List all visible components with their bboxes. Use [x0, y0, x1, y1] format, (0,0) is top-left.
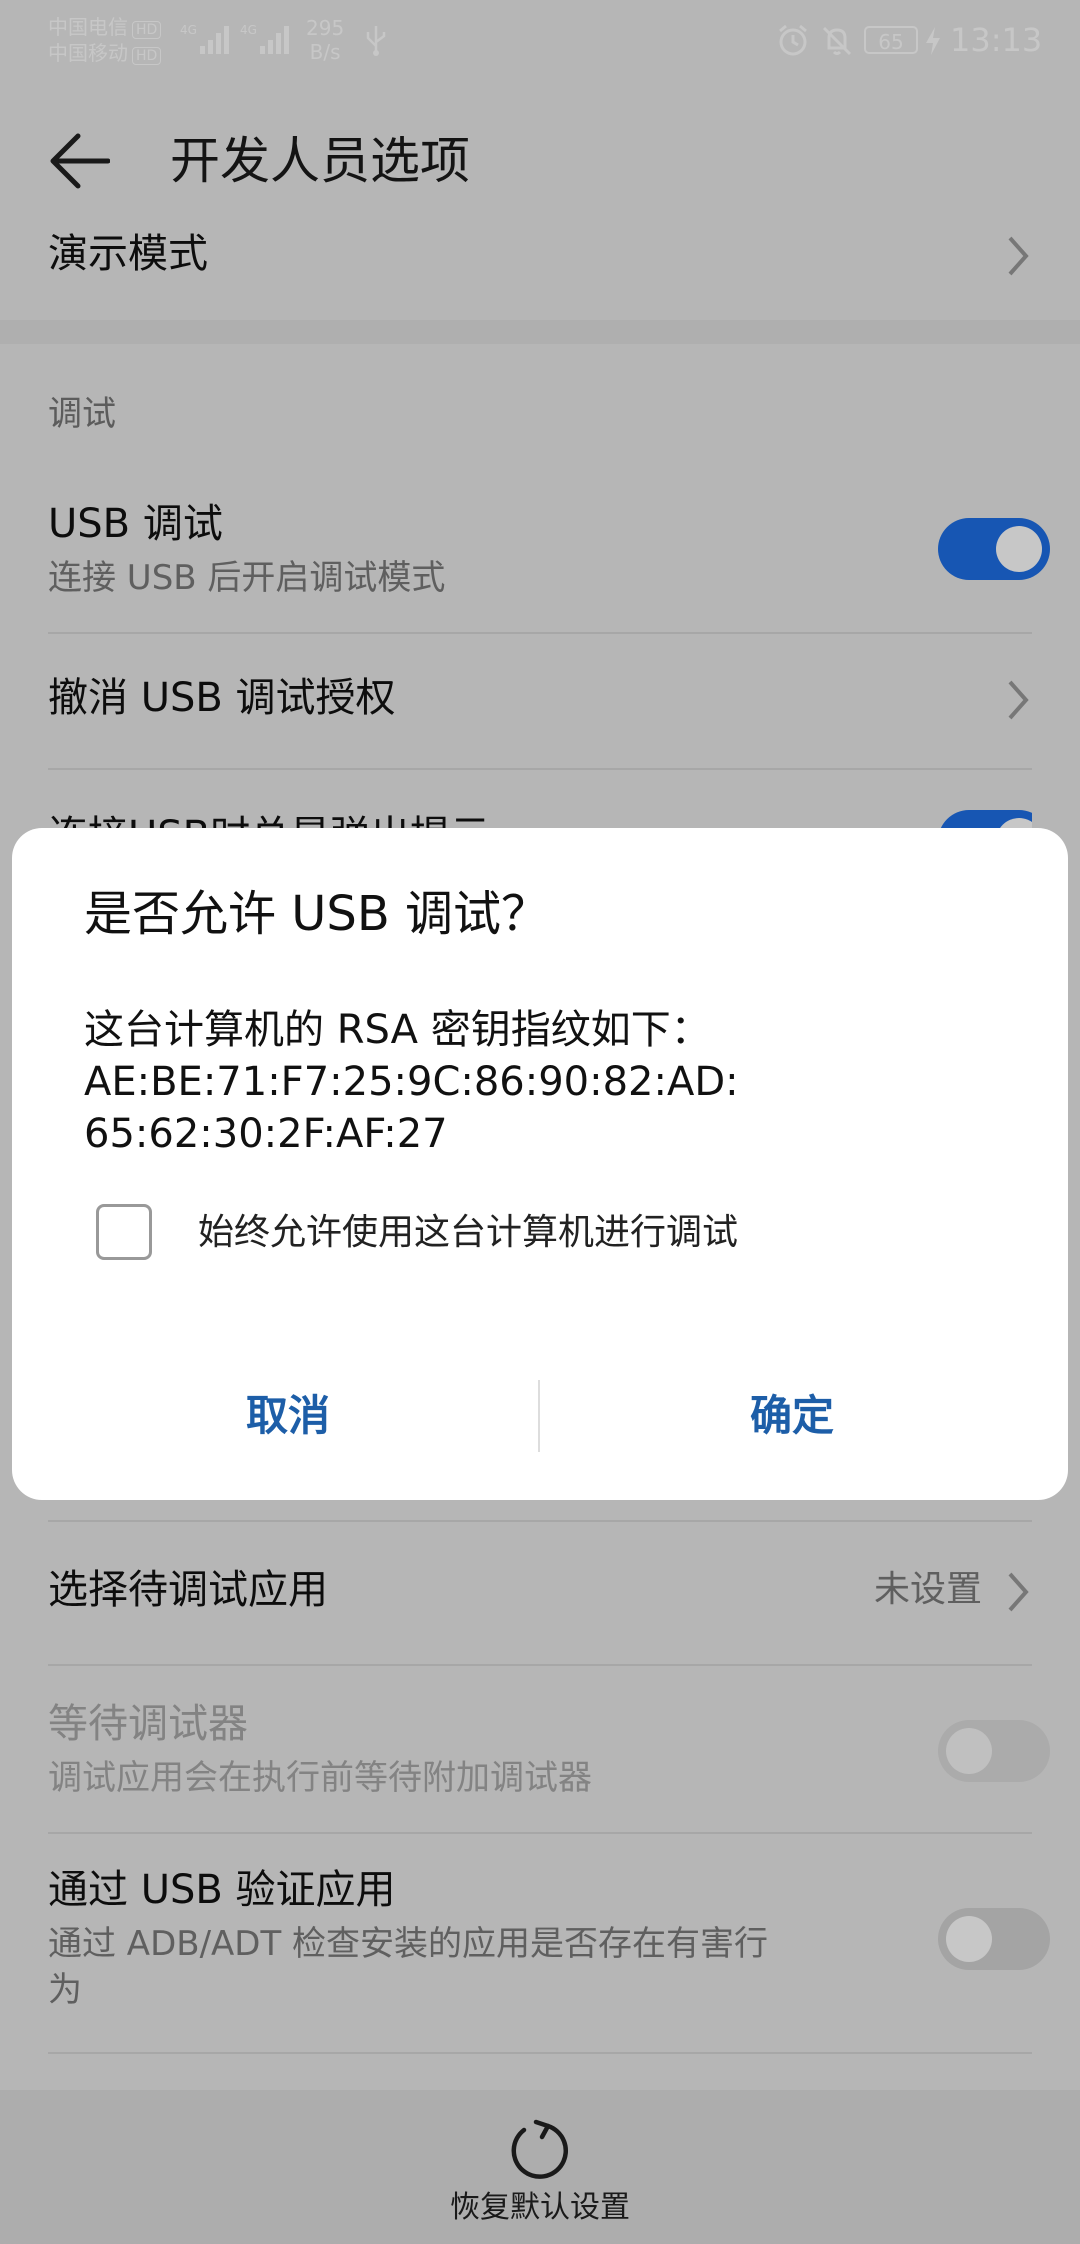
cancel-button[interactable]: 取消	[38, 1368, 538, 1464]
dialog-title: 是否允许 USB 调试？	[84, 886, 550, 942]
message-line: 这台计算机的 RSA 密钥指纹如下：	[84, 1007, 711, 1053]
usb-debug-dialog: 是否允许 USB 调试？ 这台计算机的 RSA 密钥指纹如下： AE:BE:71…	[12, 828, 1068, 1500]
always-allow-checkbox[interactable]	[96, 1204, 152, 1260]
button-separator	[538, 1380, 540, 1452]
message-line: AE:BE:71:F7:25:9C:86:90:82:AD:	[84, 1059, 739, 1105]
message-line: 65:62:30:2F:AF:27	[84, 1111, 448, 1157]
always-allow-label[interactable]: 始终允许使用这台计算机进行调试	[198, 1210, 738, 1256]
dialog-message: 这台计算机的 RSA 密钥指纹如下： AE:BE:71:F7:25:9C:86:…	[84, 1004, 1014, 1160]
ok-button[interactable]: 确定	[542, 1368, 1042, 1464]
